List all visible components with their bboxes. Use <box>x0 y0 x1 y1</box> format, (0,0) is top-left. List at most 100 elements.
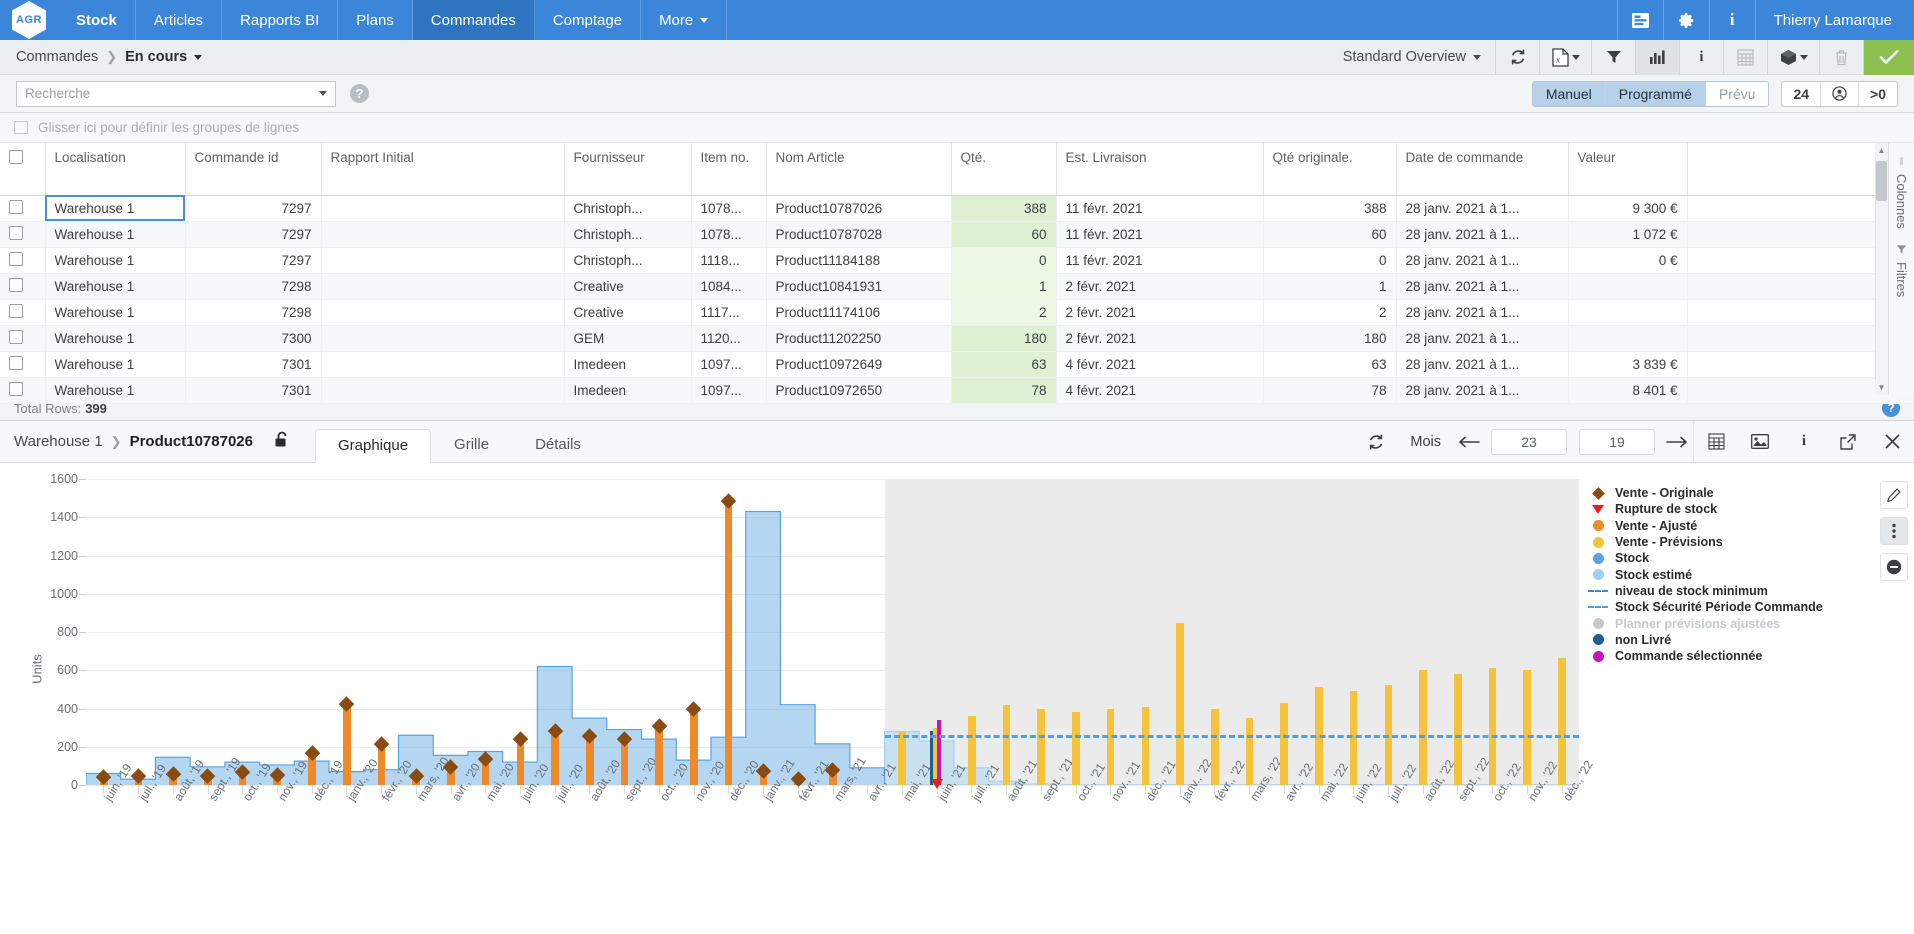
cell-fournisseur[interactable]: GEM <box>564 325 692 352</box>
col-qte-originale[interactable]: Qté originale. <box>1263 143 1397 196</box>
cell-date-commande[interactable]: 28 janv. 2021 à 1... <box>1396 273 1569 300</box>
cell-commande-id[interactable]: 7298 <box>185 273 322 300</box>
col-nom-article[interactable]: Nom Article <box>766 143 952 196</box>
image-icon[interactable] <box>1738 421 1782 463</box>
counter-value[interactable]: 24 <box>1782 81 1822 106</box>
scroll-up-icon[interactable]: ▲ <box>1875 143 1888 158</box>
col-localisation[interactable]: Localisation <box>45 143 186 196</box>
row-checkbox[interactable] <box>9 355 23 370</box>
cell-fournisseur[interactable]: Christoph... <box>564 221 692 248</box>
cell-qte[interactable]: 180 <box>951 325 1057 352</box>
cell-date-commande[interactable]: 28 janv. 2021 à 1... <box>1396 221 1569 248</box>
mode-programme[interactable]: Programmé <box>1605 81 1706 106</box>
chart-bar[interactable] <box>1523 670 1532 785</box>
col-qte[interactable]: Qté. <box>951 143 1057 196</box>
rail-filtres[interactable]: Filtres <box>1894 262 1909 297</box>
col-commande-id[interactable]: Commande id <box>185 143 322 196</box>
cell-valeur[interactable]: 9 300 € <box>1568 195 1688 222</box>
cell-qte-originale[interactable]: 60 <box>1263 221 1397 248</box>
cell-qte-originale[interactable]: 1 <box>1263 273 1397 300</box>
cell-qte-originale[interactable]: 2 <box>1263 299 1397 326</box>
cell-qte[interactable]: 0 <box>951 247 1057 274</box>
popout-icon[interactable] <box>1826 421 1870 463</box>
chart-bar[interactable] <box>1419 670 1427 785</box>
cell-localisation[interactable]: Warehouse 1 <box>45 195 186 222</box>
more-icon[interactable] <box>1880 517 1908 545</box>
table-row[interactable]: Warehouse 1 7298 Creative 1084... Product108… <box>0 273 1914 300</box>
select-all-checkbox[interactable] <box>9 150 23 164</box>
row-checkbox[interactable] <box>9 225 23 240</box>
cell-qte[interactable]: 60 <box>951 221 1057 248</box>
info-icon[interactable]: i <box>1680 39 1724 75</box>
col-fournisseur[interactable]: Fournisseur <box>564 143 692 196</box>
chevron-down-icon[interactable] <box>319 91 327 96</box>
chart-bar[interactable] <box>1245 718 1254 785</box>
chart-bar[interactable] <box>690 710 698 785</box>
cell-valeur[interactable] <box>1568 273 1688 300</box>
cell-valeur[interactable]: 0 € <box>1568 247 1688 274</box>
filter-icon[interactable] <box>1592 39 1636 75</box>
trash-icon[interactable] <box>1820 39 1864 75</box>
nav-item-comptage[interactable]: Comptage <box>535 0 642 40</box>
excel-export-icon[interactable]: x <box>1540 39 1592 75</box>
cell-valeur[interactable] <box>1568 299 1688 326</box>
cell-localisation[interactable]: Warehouse 1 <box>45 351 186 378</box>
chart-icon[interactable] <box>1636 39 1680 75</box>
arrow-left-icon[interactable] <box>1453 421 1485 463</box>
grid-icon[interactable] <box>1694 421 1738 463</box>
cell-est-livraison[interactable]: 11 févr. 2021 <box>1056 221 1264 248</box>
chart-bar[interactable] <box>937 719 941 785</box>
detail-warehouse[interactable]: Warehouse 1 <box>14 433 103 450</box>
tab-grille[interactable]: Grille <box>431 428 512 462</box>
table-row[interactable]: Warehouse 1 7297 Christoph... 1118... Produc… <box>0 247 1914 274</box>
cell-est-livraison[interactable]: 4 févr. 2021 <box>1056 351 1264 378</box>
breadcrumb-current[interactable]: En cours <box>125 49 187 65</box>
legend-item[interactable]: Commande sélectionnée <box>1588 648 1868 664</box>
cell-localisation[interactable]: Warehouse 1 <box>45 221 186 248</box>
chart-bar[interactable] <box>551 732 559 785</box>
tab-graphique[interactable]: Graphique <box>314 429 432 463</box>
chart-bar[interactable] <box>898 732 907 785</box>
cell-item-no[interactable]: 1120... <box>691 325 767 352</box>
chart-bar[interactable] <box>1349 691 1358 785</box>
chart-bar[interactable] <box>655 727 664 785</box>
unlock-icon[interactable] <box>275 431 289 452</box>
cell-fournisseur[interactable]: Christoph... <box>564 195 692 222</box>
cell-rapport-initial[interactable] <box>321 195 565 222</box>
nav-item-stock[interactable]: Stock <box>58 0 136 40</box>
cell-item-no[interactable]: 1078... <box>691 221 767 248</box>
cell-qte-originale[interactable]: 0 <box>1263 247 1397 274</box>
cell-qte-originale[interactable]: 388 <box>1263 195 1397 222</box>
chart-bar[interactable] <box>1176 623 1184 785</box>
cube-icon[interactable] <box>1768 39 1820 75</box>
mode-manuel[interactable]: Manuel <box>1532 81 1606 106</box>
chart-bar[interactable] <box>1037 709 1045 785</box>
cell-item-no[interactable]: 1097... <box>691 377 767 404</box>
cell-fournisseur[interactable]: Creative <box>564 273 692 300</box>
refresh-icon[interactable] <box>1354 421 1398 463</box>
row-select-cell[interactable] <box>0 247 46 274</box>
cell-commande-id[interactable]: 7301 <box>185 377 322 404</box>
row-select-cell[interactable] <box>0 195 46 222</box>
cell-date-commande[interactable]: 28 janv. 2021 à 1... <box>1396 299 1569 326</box>
row-checkbox[interactable] <box>9 303 23 318</box>
cell-item-no[interactable]: 1117... <box>691 299 767 326</box>
cell-qte[interactable]: 78 <box>951 377 1057 404</box>
cell-rapport-initial[interactable] <box>321 273 565 300</box>
chart-bar[interactable] <box>1072 712 1080 785</box>
cell-commande-id[interactable]: 7298 <box>185 299 322 326</box>
col-valeur[interactable]: Valeur <box>1568 143 1688 196</box>
cell-localisation[interactable]: Warehouse 1 <box>45 325 186 352</box>
chart-bar[interactable] <box>1141 706 1150 785</box>
table-row[interactable]: Warehouse 1 7297 Christoph... 1078... Produc… <box>0 221 1914 248</box>
chart-bar[interactable] <box>1210 708 1219 785</box>
refresh-icon[interactable] <box>1496 39 1540 75</box>
legend-item[interactable]: Rupture de stock <box>1588 501 1868 517</box>
cell-date-commande[interactable]: 28 janv. 2021 à 1... <box>1396 195 1569 222</box>
nav-item-more[interactable]: More <box>641 0 728 40</box>
legend-item[interactable]: Planner prévisions ajustées <box>1588 615 1868 631</box>
cell-est-livraison[interactable]: 11 févr. 2021 <box>1056 195 1264 222</box>
chart-bar[interactable] <box>1558 657 1566 785</box>
breadcrumb-root[interactable]: Commandes <box>16 49 98 65</box>
cell-commande-id[interactable]: 7300 <box>185 325 322 352</box>
